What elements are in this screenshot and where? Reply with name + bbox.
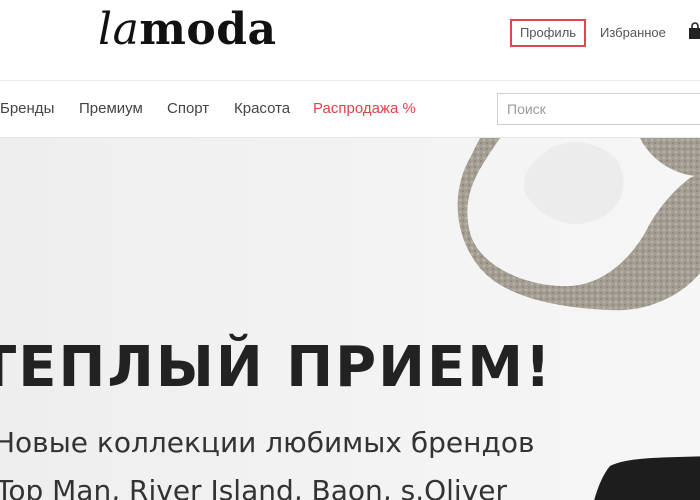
search-input[interactable] <box>497 93 700 125</box>
main-nav: Бренды Премиум Спорт Красота Распродажа … <box>0 81 700 138</box>
model-clothing-image <box>594 456 700 500</box>
nav-item-brands[interactable]: Бренды <box>0 100 54 118</box>
favorites-link[interactable]: Избранное <box>600 23 666 43</box>
logo-moda: moda <box>139 4 277 55</box>
hero-subline: Новые коллекции любимых брендов <box>0 426 535 459</box>
profile-link[interactable]: Профиль <box>510 19 586 47</box>
logo-la: la <box>98 4 140 55</box>
nav-item-beauty[interactable]: Красота <box>234 100 290 118</box>
nav-item-sport[interactable]: Спорт <box>167 100 209 118</box>
hero-headline: ТЕПЛЫЙ ПРИЕМ! <box>0 335 553 400</box>
lamoda-logo[interactable]: lamoda <box>98 2 277 58</box>
shopping-bag-icon[interactable] <box>688 22 700 40</box>
hero-brands: Top Man, River Island, Baon, s.Oliver <box>0 474 507 500</box>
scarf-image <box>457 138 700 311</box>
nav-item-premium[interactable]: Премиум <box>79 100 143 118</box>
nav-item-sale[interactable]: Распродажа % <box>313 100 416 118</box>
top-header: lamoda Профиль Избранное <box>0 0 700 81</box>
hero-banner[interactable]: ТЕПЛЫЙ ПРИЕМ! Новые коллекции любимых бр… <box>0 138 700 500</box>
